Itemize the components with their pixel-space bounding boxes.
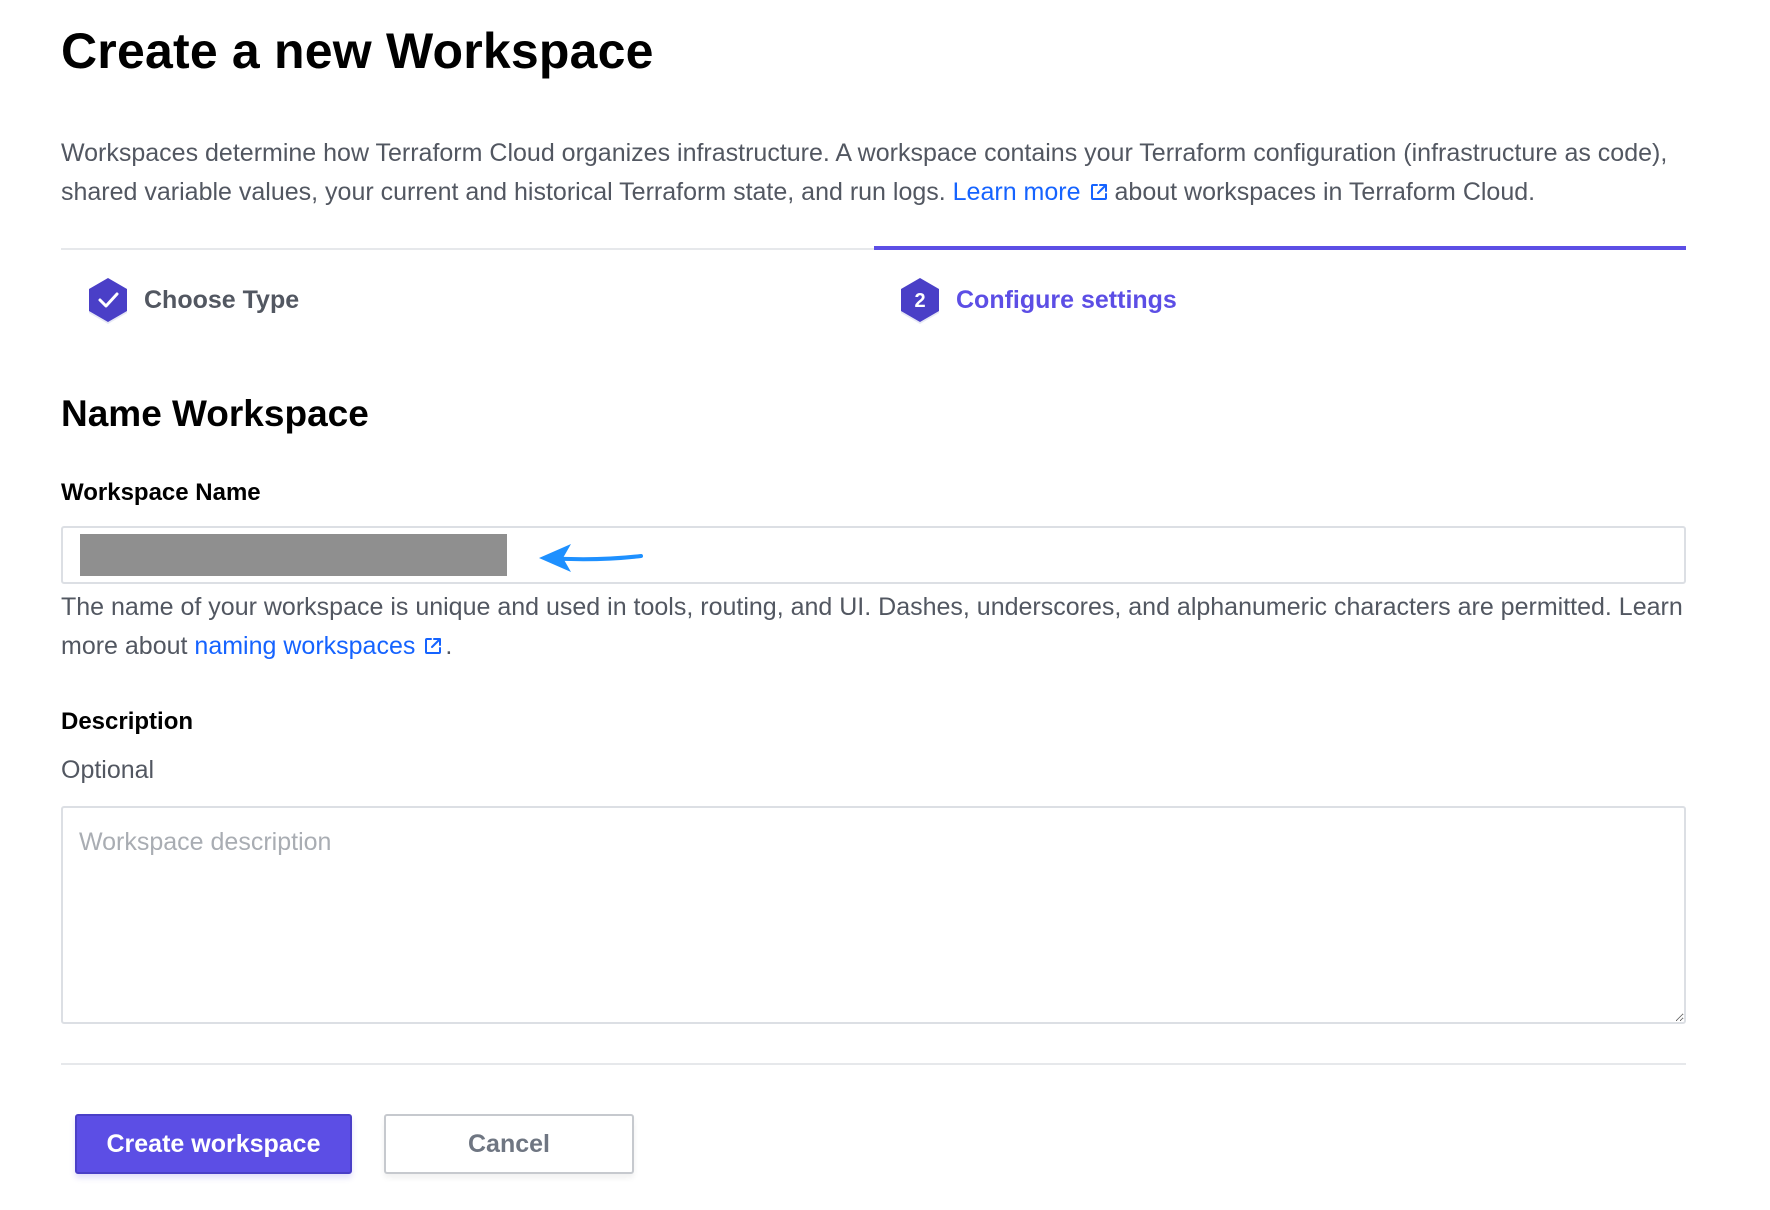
annotation-arrow-icon — [539, 544, 643, 572]
naming-workspaces-link[interactable]: naming workspaces — [194, 632, 445, 660]
stepper: Choose Type 2 Configure settings — [61, 246, 1686, 338]
step-choose-type[interactable]: Choose Type — [86, 276, 299, 324]
description-textarea[interactable] — [61, 806, 1686, 1024]
stepper-active-indicator — [874, 246, 1686, 250]
help-text-end: . — [445, 632, 453, 660]
cancel-button[interactable]: Cancel — [384, 1114, 634, 1174]
workspace-name-input[interactable] — [61, 526, 1686, 584]
intro-paragraph: Workspaces determine how Terraform Cloud… — [61, 134, 1686, 212]
section-title: Name Workspace — [61, 393, 369, 434]
check-icon — [86, 276, 130, 324]
redacted-value — [80, 534, 507, 576]
step-number: 2 — [914, 289, 926, 312]
step-choose-type-label: Choose Type — [144, 285, 300, 314]
divider — [61, 1063, 1686, 1065]
description-optional-hint: Optional — [61, 756, 155, 784]
external-link-icon — [1090, 184, 1107, 200]
step-configure-settings[interactable]: 2 Configure settings — [898, 276, 1177, 324]
intro-text-end: about workspaces in Terraform Cloud. — [1114, 178, 1536, 206]
description-label: Description — [61, 708, 194, 735]
learn-more-link-label: Learn more — [952, 178, 1081, 206]
step-configure-settings-label: Configure settings — [956, 285, 1177, 314]
learn-more-link[interactable]: Learn more — [953, 178, 1115, 206]
create-workspace-button[interactable]: Create workspace — [75, 1114, 352, 1174]
naming-workspaces-link-label: naming workspaces — [194, 632, 416, 660]
workspace-name-help: The name of your workspace is unique and… — [61, 588, 1686, 666]
step-number-badge: 2 — [898, 276, 942, 324]
page-title: Create a new Workspace — [61, 23, 654, 79]
workspace-name-label: Workspace Name — [61, 479, 261, 506]
external-link-icon — [425, 638, 442, 654]
